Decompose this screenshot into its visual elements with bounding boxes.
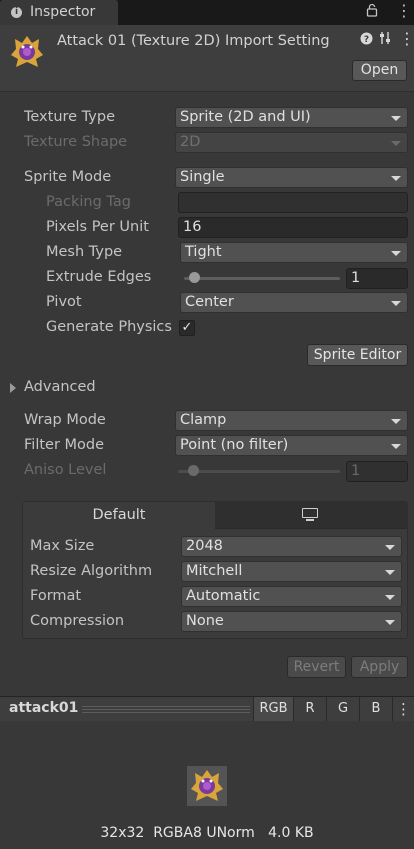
- format-dropdown[interactable]: Automatic: [181, 586, 402, 607]
- texture-type-value: Sprite (2D and UI): [180, 109, 311, 125]
- preview-menu-icon[interactable]: ⋮: [392, 697, 414, 721]
- chevron-down-icon: [385, 620, 395, 625]
- sprite-mode-value: Single: [180, 169, 225, 185]
- tab-default[interactable]: Default: [23, 502, 215, 529]
- open-button[interactable]: Open: [352, 60, 407, 81]
- help-icon[interactable]: ?: [360, 32, 373, 49]
- aniso-level-label: Aniso Level: [24, 462, 107, 478]
- texture-shape-dropdown: 2D: [175, 132, 408, 153]
- generate-physics-checkbox[interactable]: ✓: [179, 320, 195, 336]
- aniso-level-slider-thumb: [187, 465, 199, 476]
- chevron-down-icon: [385, 595, 395, 600]
- resize-algorithm-dropdown[interactable]: Mitchell: [181, 561, 402, 582]
- preview-toolbar: attack01 RGB R G B ⋮: [0, 696, 414, 722]
- texture-type-label: Texture Type: [24, 109, 115, 125]
- extrude-edges-label: Extrude Edges: [46, 269, 152, 285]
- mesh-type-value: Tight: [185, 244, 222, 260]
- tab-standalone[interactable]: [215, 502, 407, 528]
- tab-inspector[interactable]: i Inspector: [0, 0, 118, 25]
- lock-icon[interactable]: [366, 3, 378, 21]
- preview-drag-handle[interactable]: [82, 706, 250, 707]
- monitor-stand: [306, 519, 314, 521]
- chevron-down-icon: [385, 570, 395, 575]
- mesh-type-label: Mesh Type: [46, 244, 123, 260]
- format-label: Format: [30, 588, 82, 604]
- chevron-down-icon: [391, 251, 401, 256]
- texture-preview-area: 32x32 RGBA8 UNorm 4.0 KB: [0, 721, 414, 849]
- chevron-down-icon: [391, 116, 401, 121]
- resize-algorithm-label: Resize Algorithm: [30, 563, 153, 579]
- texture-preview-image: [187, 766, 227, 806]
- chevron-right-icon[interactable]: [10, 383, 16, 393]
- chevron-down-icon: [391, 301, 401, 306]
- apply-button[interactable]: Apply: [351, 656, 408, 678]
- pivot-label: Pivot: [46, 294, 82, 310]
- filter-mode-label: Filter Mode: [24, 437, 105, 453]
- sprite-mode-label: Sprite Mode: [24, 169, 112, 185]
- filter-mode-dropdown[interactable]: Point (no filter): [175, 435, 408, 456]
- chevron-down-icon: [385, 545, 395, 550]
- texture-shape-value: 2D: [180, 134, 201, 150]
- svg-text:?: ?: [364, 35, 369, 45]
- chevron-down-icon: [391, 419, 401, 424]
- chevron-down-icon: [391, 444, 401, 449]
- sprite-editor-button[interactable]: Sprite Editor: [307, 344, 408, 366]
- revert-button[interactable]: Revert: [287, 656, 346, 678]
- packing-tag-label: Packing Tag: [46, 194, 131, 210]
- max-size-dropdown[interactable]: 2048: [181, 536, 402, 557]
- wrap-mode-dropdown[interactable]: Clamp: [175, 410, 408, 431]
- channel-b-button[interactable]: B: [359, 697, 392, 721]
- inspector-header: Attack 01 (Texture 2D) Import Setting ? …: [0, 25, 414, 92]
- pixels-per-unit-field[interactable]: 16: [178, 217, 408, 238]
- preview-drag-handle-line: [82, 709, 250, 710]
- advanced-foldout[interactable]: Advanced: [24, 379, 96, 395]
- header-divider: [0, 91, 414, 92]
- pivot-value: Center: [185, 294, 234, 310]
- sprite-thumbnail-icon: [8, 33, 46, 71]
- asset-title: Attack 01 (Texture 2D) Import Setting: [57, 33, 330, 49]
- extrude-edges-field[interactable]: 1: [346, 268, 408, 289]
- extrude-edges-slider-track[interactable]: [184, 277, 340, 280]
- channel-r-button[interactable]: R: [293, 697, 326, 721]
- format-value: Automatic: [186, 588, 261, 604]
- mesh-type-dropdown[interactable]: Tight: [180, 242, 408, 263]
- channel-g-button[interactable]: G: [326, 697, 359, 721]
- chevron-down-icon: [391, 141, 401, 146]
- tab-title: Inspector: [30, 4, 96, 20]
- pivot-dropdown[interactable]: Center: [180, 292, 408, 313]
- more-icon[interactable]: ⋮: [399, 29, 414, 48]
- channel-rgb-button[interactable]: RGB: [253, 697, 293, 721]
- wrap-mode-value: Clamp: [180, 412, 227, 428]
- texture-shape-label: Texture Shape: [24, 134, 128, 150]
- tab-bar: i Inspector ⋮: [0, 0, 414, 25]
- compression-label: Compression: [30, 613, 125, 629]
- wrap-mode-label: Wrap Mode: [24, 412, 106, 428]
- preview-drag-handle-line: [82, 712, 250, 713]
- aniso-level-slider-track: [178, 470, 340, 473]
- texture-info-text: 32x32 RGBA8 UNorm 4.0 KB: [100, 825, 314, 841]
- sprite-mode-dropdown[interactable]: Single: [175, 167, 408, 188]
- filter-mode-value: Point (no filter): [180, 437, 289, 453]
- monitor-icon: [302, 508, 318, 518]
- tab-menu-icon[interactable]: ⋮: [396, 1, 412, 20]
- resize-algorithm-value: Mitchell: [186, 563, 243, 579]
- max-size-label: Max Size: [30, 538, 95, 554]
- compression-value: None: [186, 613, 224, 629]
- preset-icon[interactable]: [378, 31, 392, 49]
- texture-type-dropdown[interactable]: Sprite (2D and UI): [175, 107, 408, 128]
- max-size-value: 2048: [186, 538, 223, 554]
- generate-physics-label: Generate Physics: [46, 319, 172, 335]
- chevron-down-icon: [391, 176, 401, 181]
- info-icon: i: [11, 7, 22, 18]
- extrude-edges-slider-thumb[interactable]: [188, 272, 200, 283]
- pixels-per-unit-label: Pixels Per Unit: [46, 219, 149, 235]
- platform-tabs: Default: [23, 502, 407, 529]
- aniso-level-field: 1: [346, 461, 408, 482]
- preview-asset-name: attack01: [9, 700, 79, 716]
- packing-tag-field: [178, 192, 408, 213]
- compression-dropdown[interactable]: None: [181, 611, 402, 632]
